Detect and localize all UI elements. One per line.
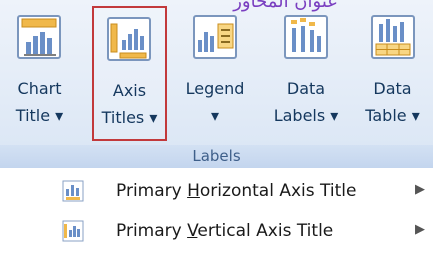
chart-title-icon (17, 15, 61, 59)
data-table-icon (371, 15, 415, 59)
group-label: Labels (192, 147, 241, 165)
chart-title-button[interactable]: Chart Title ▾ (2, 6, 77, 141)
chart-title-dropdown-label: Title ▾ (15, 106, 64, 125)
menu-item-label: Primary Horizontal Axis Title (116, 181, 356, 201)
data-labels-label: Data (286, 79, 326, 98)
group-label-bar: Labels (0, 145, 433, 168)
vertical-axis-title-icon (62, 220, 84, 242)
banner-text: عنوان المحاور (233, 0, 338, 12)
horizontal-axis-title-icon (62, 180, 84, 202)
submenu-arrow-icon: ▶ (415, 182, 425, 197)
legend-button[interactable]: Legend ▾ (170, 6, 260, 141)
accelerator-key: V (187, 221, 198, 241)
banner: عنوان المحاور (0, 0, 433, 18)
data-labels-button[interactable]: Data Labels ▾ (262, 6, 350, 141)
axis-titles-icon (107, 17, 151, 61)
data-table-label: Data (373, 79, 412, 98)
menu-item-primary-horizontal-axis-title[interactable]: Primary Horizontal Axis Title ▶ (0, 172, 433, 212)
data-labels-icon (284, 15, 328, 59)
legend-label: Legend (185, 79, 245, 98)
axis-titles-button[interactable]: Axis Titles ▾ (92, 6, 167, 141)
axis-titles-label: Axis (112, 81, 147, 100)
menu-item-label-before: Primary (116, 181, 188, 201)
legend-icon (193, 15, 237, 59)
axis-titles-dropdown-label: Titles ▾ (101, 108, 158, 127)
data-labels-dropdown-label: Labels ▾ (273, 106, 339, 125)
menu-item-label-before: Primary (116, 221, 188, 241)
chart-title-label: Chart (17, 79, 62, 98)
data-table-button[interactable]: Data Table ▾ (352, 6, 433, 141)
accelerator-key: H (187, 181, 200, 201)
menu-item-primary-vertical-axis-title[interactable]: Primary Vertical Axis Title ▶ (0, 212, 433, 252)
submenu-arrow-icon: ▶ (415, 222, 425, 237)
menu-item-label-after: ertical Axis Title (197, 221, 334, 241)
menu-item-label-after: orizontal Axis Title (199, 181, 357, 201)
ribbon-labels-group: Chart Title ▾ Axis Titles ▾ Legend ▾ Dat… (0, 0, 433, 168)
legend-dropdown-label: ▾ (210, 106, 220, 125)
menu-item-label: Primary Vertical Axis Title (116, 221, 333, 241)
data-table-dropdown-label: Table ▾ (365, 106, 420, 125)
